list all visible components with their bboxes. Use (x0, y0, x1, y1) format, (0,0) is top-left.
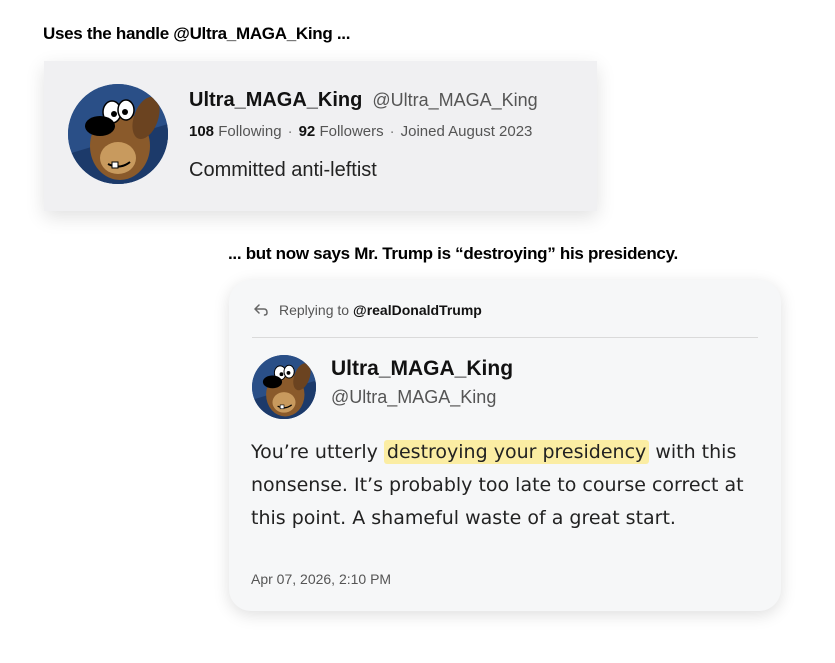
tweet-author-name[interactable]: Ultra_MAGA_King (331, 357, 513, 381)
reply-handle-link[interactable]: @realDonaldTrump (353, 302, 482, 318)
tweet-author-handle[interactable]: @Ultra_MAGA_King (331, 387, 496, 408)
cartoon-dog-avatar-icon (68, 84, 168, 184)
separator-dot: · (389, 123, 395, 140)
reply-prefix: Replying to (279, 302, 350, 318)
profile-stats: 108 Following · 92 Followers · Joined August… (189, 123, 532, 140)
followers-label[interactable]: Followers (319, 123, 383, 140)
profile-name[interactable]: Ultra_MAGA_King (189, 89, 362, 111)
profile-name-row: Ultra_MAGA_King @Ultra_MAGA_King (189, 89, 538, 112)
tweet-text-highlight: destroying your presidency (383, 440, 650, 464)
separator-dot: · (287, 123, 293, 140)
profile-handle[interactable]: @Ultra_MAGA_King (372, 90, 537, 110)
divider (252, 337, 758, 338)
following-label[interactable]: Following (218, 123, 281, 140)
reply-arrow-icon (254, 304, 268, 316)
followers-count[interactable]: 92 (299, 123, 316, 140)
avatar[interactable] (252, 355, 316, 419)
profile-bio: Committed anti-leftist (189, 159, 377, 181)
following-count[interactable]: 108 (189, 123, 214, 140)
caption-middle: ... but now says Mr. Trump is “destroyin… (228, 244, 678, 263)
cartoon-dog-avatar-icon (252, 355, 316, 419)
tweet-text: You’re utterly destroying your presidenc… (251, 436, 761, 535)
reply-context: Replying to @realDonaldTrump (253, 302, 482, 318)
joined-date: Joined August 2023 (400, 123, 533, 140)
avatar[interactable] (68, 84, 168, 184)
profile-card: Ultra_MAGA_King @Ultra_MAGA_King 108 Foll… (44, 61, 597, 211)
tweet-timestamp[interactable]: Apr 07, 2026, 2:10 PM (251, 571, 391, 587)
tweet-text-before: You’re utterly (251, 441, 384, 463)
caption-top: Uses the handle @Ultra_MAGA_King ... (43, 24, 351, 43)
tweet-card: Replying to @realDonaldTrump Ultra_MAGA_… (229, 280, 781, 611)
